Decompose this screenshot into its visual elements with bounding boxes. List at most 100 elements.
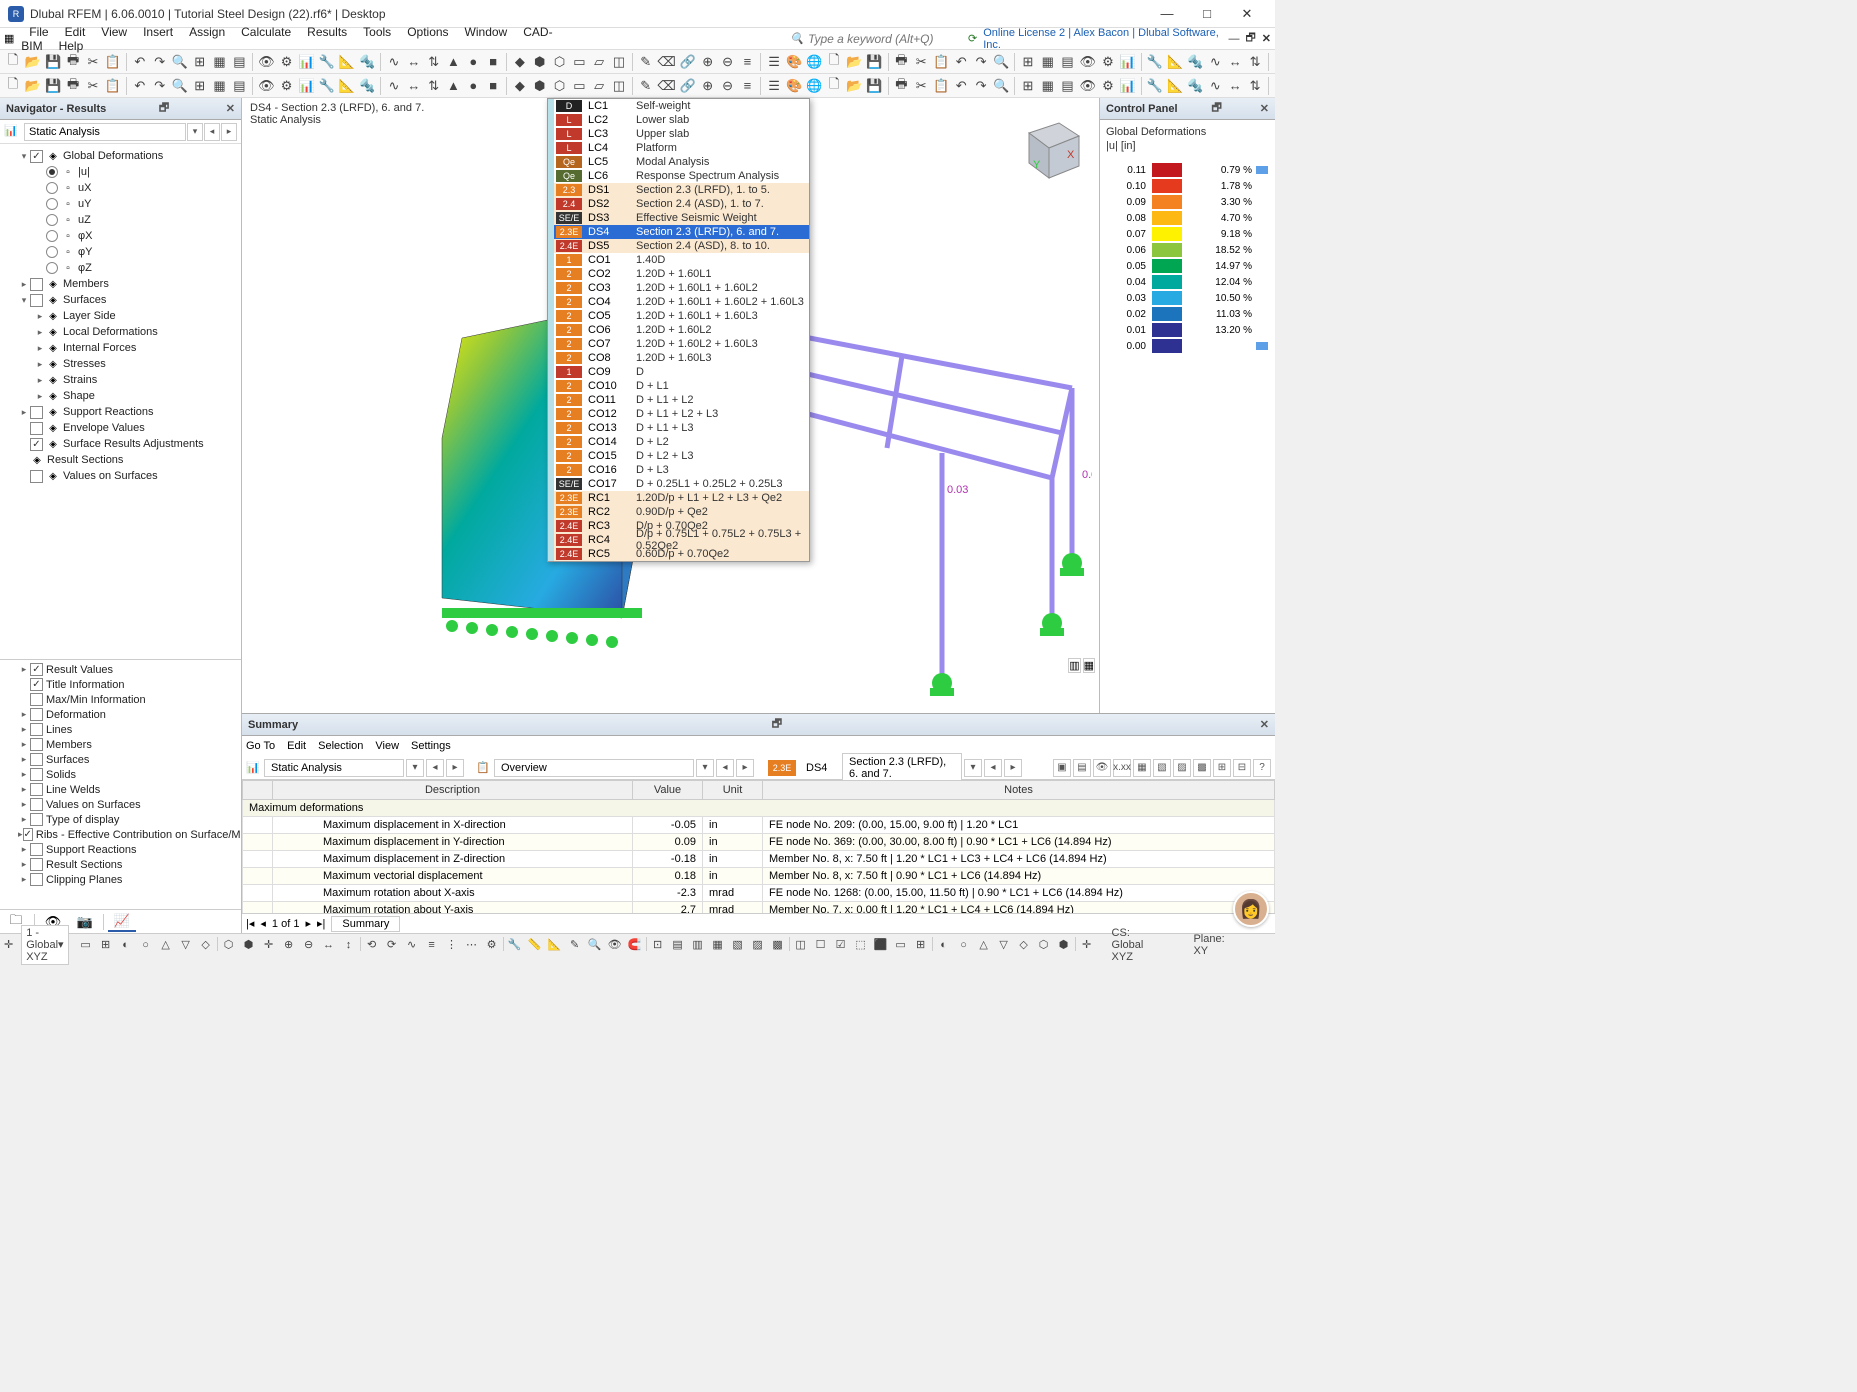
toolbar-button[interactable]: ⬡ — [551, 76, 569, 96]
toolbar-button[interactable]: ↷ — [972, 76, 990, 96]
toolbar-button[interactable]: 🎨 — [785, 52, 803, 72]
next-button[interactable]: ▸ — [1004, 759, 1022, 777]
tree-item[interactable]: ▫uZ — [2, 212, 239, 228]
tree-item[interactable]: ▸Clipping Planes — [2, 872, 239, 887]
tree-item[interactable]: ▸Type of display — [2, 812, 239, 827]
checkbox[interactable] — [30, 768, 43, 781]
tree-item[interactable]: ▸◈Strains — [2, 372, 239, 388]
toolbar-button[interactable]: ◫ — [610, 76, 628, 96]
toolbar-button[interactable]: ⊕ — [699, 76, 717, 96]
close-button[interactable]: ✕ — [1227, 2, 1267, 26]
toolbar-button[interactable]: ⚙ — [1099, 76, 1117, 96]
coord-system-select[interactable]: 1 - Global XYZ ▾ — [21, 925, 68, 965]
panel-close-icon[interactable]: ✕ — [1260, 718, 1269, 731]
loadcase-option[interactable]: 2CO21.20D + 1.60L1 — [548, 267, 809, 281]
tree-item[interactable]: ▾◈Global Deformations — [2, 148, 239, 164]
toolbar-button[interactable]: 🔗 — [679, 76, 697, 96]
toolbar-button[interactable]: ⊞ — [191, 76, 209, 96]
loadcase-option[interactable]: 2CO61.20D + 1.60L2 — [548, 323, 809, 337]
toolbar-button[interactable]: ⇅ — [1246, 52, 1264, 72]
status-tool-button[interactable]: △ — [975, 937, 993, 953]
summary-overview-select[interactable]: Overview — [494, 759, 694, 777]
checkbox[interactable] — [30, 813, 43, 826]
toolbar-button[interactable]: 📋 — [104, 52, 122, 72]
toolbar-button[interactable]: ▲ — [445, 52, 463, 72]
last-page-button[interactable]: ▸| — [317, 917, 325, 930]
toolbar-button[interactable]: ▱ — [590, 52, 608, 72]
toolbar-button[interactable]: ⊕ — [699, 52, 717, 72]
tab-results-icon[interactable]: 📈 — [108, 912, 136, 932]
menu-results[interactable]: Results — [299, 22, 355, 42]
status-tool-button[interactable]: ⚙ — [483, 937, 501, 953]
radio[interactable] — [46, 214, 58, 226]
tree-item[interactable]: Title Information — [2, 677, 239, 692]
toolbar-button[interactable]: ↔ — [405, 76, 423, 96]
status-tool-button[interactable]: 🔧 — [506, 937, 524, 953]
radio[interactable] — [46, 166, 58, 178]
status-tool-button[interactable]: ⊞ — [97, 937, 115, 953]
toolbar-button[interactable]: 🔍 — [992, 52, 1010, 72]
toolbar-button[interactable]: ⊖ — [719, 52, 737, 72]
panel-close-icon[interactable]: ✕ — [1262, 32, 1271, 45]
toolbar-button[interactable]: ⊞ — [1019, 52, 1037, 72]
status-tool-button[interactable]: ⊡ — [649, 937, 667, 953]
next-button[interactable]: ▸ — [221, 123, 237, 141]
toolbar-button[interactable]: ■ — [484, 76, 502, 96]
status-tool-button[interactable]: ○ — [137, 937, 155, 953]
col-header[interactable]: Value — [633, 781, 703, 800]
toolbar-button[interactable]: ≡ — [738, 76, 756, 96]
toolbar-button[interactable]: ≡ — [738, 52, 756, 72]
status-tool-button[interactable]: 👁 — [606, 937, 624, 953]
loadcase-option[interactable]: 2CO14D + L2 — [548, 435, 809, 449]
toolbar-button[interactable]: ● — [464, 52, 482, 72]
toolbar-button[interactable]: ↷ — [151, 52, 169, 72]
checkbox[interactable] — [30, 278, 43, 291]
loadcase-option[interactable]: 2CO81.20D + 1.60L3 — [548, 351, 809, 365]
toolbar-button[interactable]: ▭ — [570, 76, 588, 96]
panel-min-icon[interactable]: — — [1228, 33, 1239, 45]
toolbar-button[interactable]: ⌫ — [657, 76, 677, 96]
toolbar-button[interactable]: ▤ — [230, 76, 248, 96]
loadcase-option[interactable]: 2.4DS2Section 2.4 (ASD), 1. to 7. — [548, 197, 809, 211]
toolbar-button[interactable]: 💾 — [865, 76, 883, 96]
toolbar-button[interactable]: ✂ — [912, 52, 930, 72]
toolbar-button[interactable]: 🖶 — [64, 76, 82, 96]
toolbar-button[interactable]: 🖶 — [892, 52, 910, 72]
loadcase-option[interactable]: 2CO41.20D + 1.60L1 + 1.60L2 + 1.60L3 — [548, 295, 809, 309]
toolbar-button[interactable]: ↔ — [1226, 76, 1244, 96]
toolbar-button[interactable]: ↷ — [972, 52, 990, 72]
toolbar-button[interactable]: ⇅ — [425, 76, 443, 96]
status-tool-button[interactable]: ▨ — [749, 937, 767, 953]
status-tool-button[interactable]: ○ — [955, 937, 973, 953]
toolbar-button[interactable]: 📊 — [1119, 76, 1137, 96]
toolbar-button[interactable]: 🎨 — [785, 76, 803, 96]
prev-button[interactable]: ◂ — [716, 759, 734, 777]
toolbar-button[interactable]: 📊 — [1119, 52, 1137, 72]
loadcase-option[interactable]: DLC1Self-weight — [548, 99, 809, 113]
status-tool-button[interactable]: ▦ — [709, 937, 727, 953]
tree-item[interactable]: ▸◈Layer Side — [2, 308, 239, 324]
status-tool-button[interactable]: ◐ — [117, 937, 135, 953]
toolbar-button[interactable]: ▱ — [590, 76, 608, 96]
toolbar-button[interactable]: ✎ — [637, 76, 655, 96]
tree-item[interactable]: ▸Deformation — [2, 707, 239, 722]
status-tool-button[interactable]: ◐ — [935, 937, 953, 953]
status-tool-button[interactable]: ⋯ — [463, 937, 481, 953]
status-tool-button[interactable]: ▭ — [77, 937, 95, 953]
tree-item[interactable]: ▫|u| — [2, 164, 239, 180]
toolbar-button[interactable]: 💾 — [44, 76, 62, 96]
checkbox[interactable] — [30, 798, 43, 811]
first-page-button[interactable]: |◂ — [246, 917, 254, 930]
toolbar-button[interactable]: ◆ — [511, 52, 529, 72]
chevron-down-icon[interactable]: ▾ — [964, 759, 982, 777]
next-button[interactable]: ▸ — [736, 759, 754, 777]
checkbox[interactable] — [30, 438, 43, 451]
status-tool-button[interactable]: ▽ — [177, 937, 195, 953]
tree-item[interactable]: ◈Envelope Values — [2, 420, 239, 436]
toolbar-button[interactable]: 📋 — [932, 52, 950, 72]
tree-item[interactable]: ▸Result Values — [2, 662, 239, 677]
checkbox[interactable] — [30, 843, 43, 856]
status-tool-button[interactable]: ✎ — [566, 937, 584, 953]
next-page-button[interactable]: ▸ — [305, 917, 311, 930]
checkbox[interactable] — [30, 406, 43, 419]
